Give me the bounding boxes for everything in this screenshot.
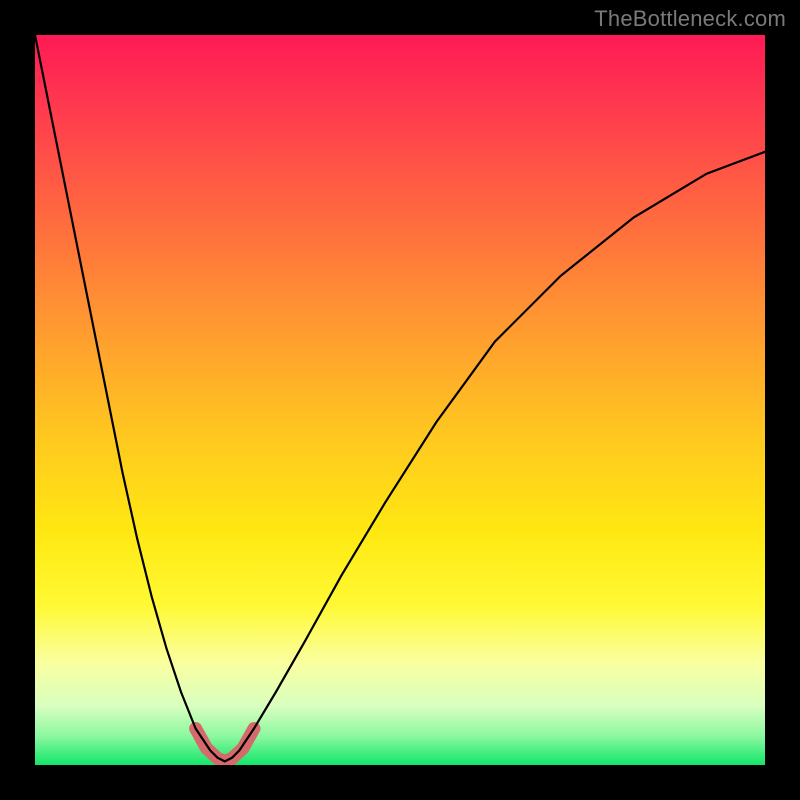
chart-area bbox=[35, 35, 765, 765]
bottleneck-curve-svg bbox=[35, 35, 765, 765]
watermark-text: TheBottleneck.com bbox=[594, 6, 786, 32]
sweet-spot-marker bbox=[196, 729, 254, 762]
bottleneck-curve bbox=[35, 35, 765, 761]
